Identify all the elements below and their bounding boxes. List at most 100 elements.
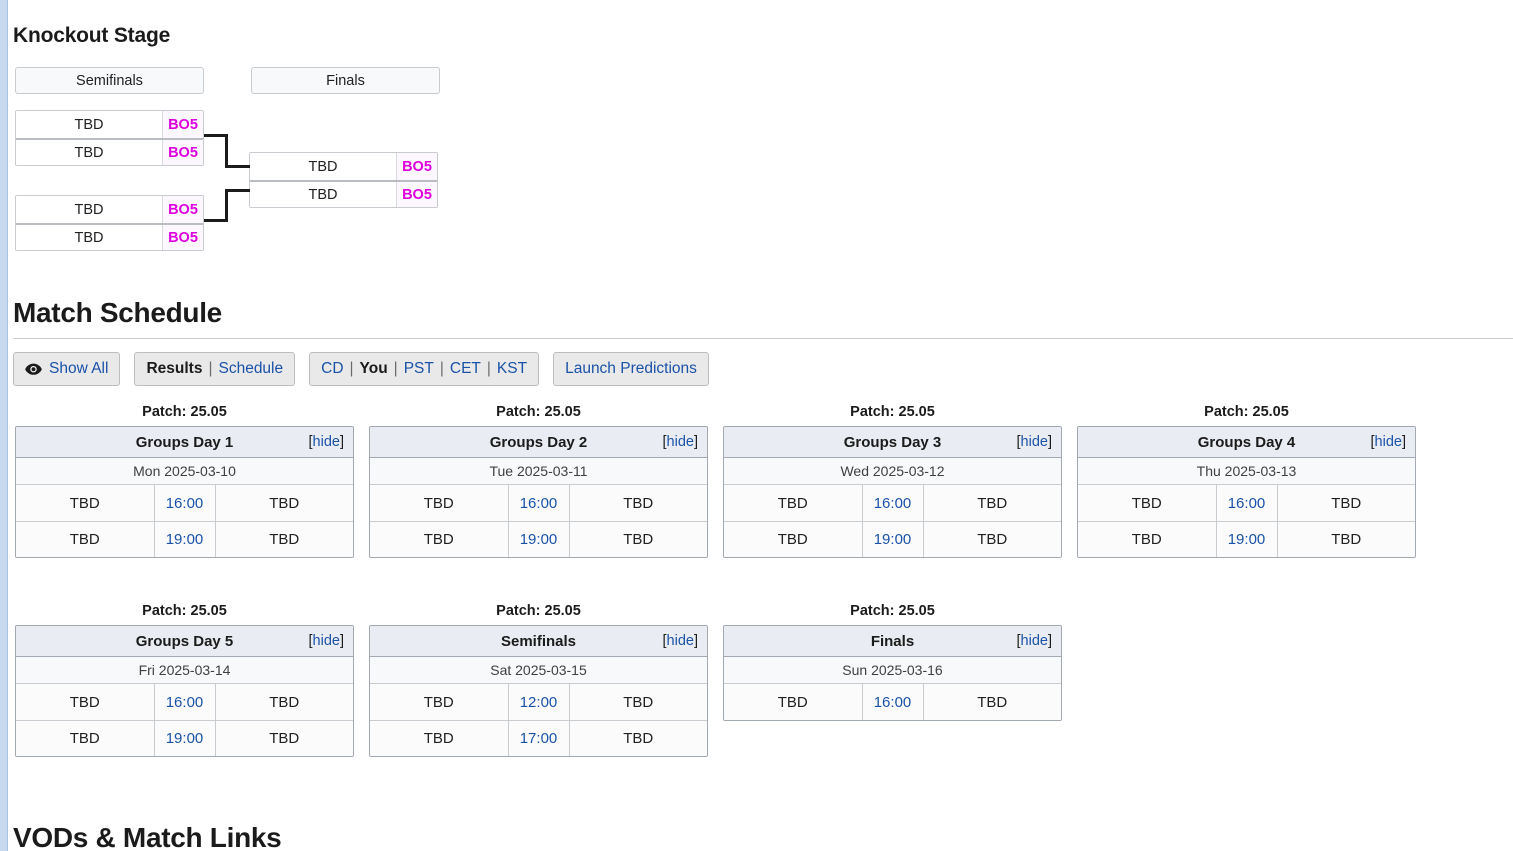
bracket-connector-line [225,165,250,168]
bracket-team-row[interactable]: TBD BO5 [250,153,437,180]
schedule-card-title: Groups Day 2 [489,433,588,451]
match-time[interactable]: 16:00 [1215,485,1278,521]
bracket-team-row[interactable]: TBD BO5 [16,138,203,165]
toolbar-separator: | [349,360,354,377]
bracket-team-name: TBD [250,182,396,207]
match-time[interactable]: 19:00 [153,721,216,756]
schedule-match-row[interactable]: TBD 19:00 TBD [16,720,353,756]
match-team-left: TBD [1131,494,1162,512]
launch-predictions-label: Launch Predictions [565,360,697,377]
match-time[interactable]: 19:00 [1215,522,1278,557]
schedule-card-body: Finals [hide] Sun 2025-03-16 TBD 16:00 T… [723,625,1062,721]
match-time[interactable]: 16:00 [861,684,924,720]
schedule-card: Patch: 25.05 Finals [hide] Sun 2025-03-1… [723,603,1062,721]
bracket-match-semifinal-2[interactable]: TBD BO5 TBD BO5 [15,195,204,251]
bracket-format-badge: BO5 [162,140,203,165]
bracket-connector-line [225,134,228,168]
show-all-button[interactable]: Show All [13,352,121,386]
schedule-toolbar: Show All Results | Schedule CD | You | P… [13,352,723,386]
match-team-right: TBD [269,531,300,548]
patch-label: Patch: 25.05 [496,603,581,619]
timezone-option-pst[interactable]: PST [404,360,434,378]
schedule-card-title: Groups Day 4 [1197,433,1296,451]
schedule-card-title: Groups Day 1 [135,433,234,451]
schedule-card-date: Sun 2025-03-16 [724,657,1061,684]
schedule-card: Patch: 25.05 Semifinals [hide] Sat 2025-… [369,603,708,757]
hide-link[interactable]: hide [313,633,340,649]
timezone-option-kst[interactable]: KST [497,360,527,378]
match-time[interactable]: 16:00 [153,684,216,720]
match-team-right: TBD [1331,494,1362,512]
match-time[interactable]: 19:00 [861,522,924,557]
schedule-match-row[interactable]: TBD 19:00 TBD [370,521,707,557]
hide-link[interactable]: hide [1021,633,1048,649]
bracket-team-row[interactable]: TBD BO5 [250,180,437,207]
hide-link[interactable]: hide [667,434,694,450]
schedule-match-row[interactable]: TBD 16:00 TBD [16,684,353,720]
bracket-team-row[interactable]: TBD BO5 [16,223,203,250]
schedule-match-row[interactable]: TBD 16:00 TBD [1078,485,1415,521]
bracket-connector-line [225,189,228,222]
schedule-card-date: Thu 2025-03-13 [1078,458,1415,485]
hide-link[interactable]: hide [1375,434,1402,450]
timezone-option-cet[interactable]: CET [450,360,481,378]
bracket-round-header-semifinals[interactable]: Semifinals [15,67,204,94]
schedule-match-row[interactable]: TBD 16:00 TBD [370,485,707,521]
match-time[interactable]: 19:00 [507,522,570,557]
match-team-left: TBD [423,531,454,548]
schedule-match-row[interactable]: TBD 12:00 TBD [370,684,707,720]
match-time[interactable]: 16:00 [861,485,924,521]
schedule-match-row[interactable]: TBD 17:00 TBD [370,720,707,756]
bracket-format-badge: BO5 [162,225,203,250]
schedule-card-header: Semifinals [hide] [370,626,707,657]
patch-label: Patch: 25.05 [850,404,935,420]
schedule-match-row[interactable]: TBD 19:00 TBD [724,521,1061,557]
schedule-match-row[interactable]: TBD 19:00 TBD [1078,521,1415,557]
hide-link[interactable]: hide [667,633,694,649]
schedule-card-header: Groups Day 3 [hide] [724,427,1061,458]
bracket-format-badge: BO5 [396,182,437,207]
match-team-left: TBD [1131,531,1162,548]
schedule-card-date: Mon 2025-03-10 [16,458,353,485]
match-time[interactable]: 16:00 [507,485,570,521]
schedule-match-row[interactable]: TBD 19:00 TBD [16,521,353,557]
bracket-match-semifinal-1[interactable]: TBD BO5 TBD BO5 [15,110,204,166]
bracket-format-badge: BO5 [396,153,437,180]
match-time[interactable]: 12:00 [507,684,570,720]
bracket-team-name: TBD [16,140,162,165]
view-toggle-results[interactable]: Results [146,360,202,378]
match-time[interactable]: 17:00 [507,721,570,756]
bracket-round-header-finals[interactable]: Finals [251,67,440,94]
show-all-label: Show All [49,360,109,377]
match-team-left: TBD [423,730,454,747]
match-time[interactable]: 16:00 [153,485,216,521]
match-team-left: TBD [69,494,100,512]
bracket-match-final[interactable]: TBD BO5 TBD BO5 [249,152,438,208]
toolbar-separator: | [439,360,444,377]
schedule-card-body: Groups Day 1 [hide] Mon 2025-03-10 TBD 1… [15,426,354,558]
schedule-match-row[interactable]: TBD 16:00 TBD [724,485,1061,521]
schedule-card: Patch: 25.05 Groups Day 5 [hide] Fri 202… [15,603,354,757]
toolbar-separator: | [208,360,213,377]
match-team-right: TBD [977,494,1008,512]
timezone-option-cd[interactable]: CD [321,360,343,378]
timezone-option-you[interactable]: You [360,360,388,378]
schedule-match-row[interactable]: TBD 16:00 TBD [724,684,1061,720]
bracket-team-row[interactable]: TBD BO5 [16,111,203,138]
view-toggle-schedule[interactable]: Schedule [218,360,283,378]
hide-link[interactable]: hide [313,434,340,450]
schedule-match-row[interactable]: TBD 16:00 TBD [16,485,353,521]
bracket-team-row[interactable]: TBD BO5 [16,196,203,223]
timezone-toggle-group: CD | You | PST | CET | KST [309,352,540,386]
match-time[interactable]: 19:00 [153,522,216,557]
bracket-team-name: TBD [16,111,162,138]
schedule-card-header: Groups Day 5 [hide] [16,626,353,657]
schedule-card-date: Fri 2025-03-14 [16,657,353,684]
knockout-stage-title: Knockout Stage [13,24,171,47]
bracket-team-name: TBD [16,225,162,250]
hide-link[interactable]: hide [1021,434,1048,450]
launch-predictions-button[interactable]: Launch Predictions [553,352,709,386]
bracket-team-name: TBD [16,196,162,223]
schedule-card-title: Groups Day 3 [843,433,942,451]
match-team-left: TBD [69,730,100,747]
